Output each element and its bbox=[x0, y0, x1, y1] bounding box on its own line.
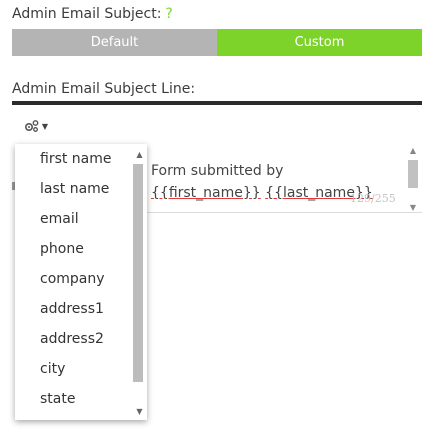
editor-top-border bbox=[12, 101, 422, 105]
editor-text-line1: Form submitted by bbox=[151, 163, 284, 179]
admin-email-subject-text: Admin Email Subject: bbox=[12, 6, 162, 22]
character-counter: 129/255 bbox=[350, 192, 396, 205]
menu-item-state[interactable]: state bbox=[40, 391, 75, 407]
subject-mode-toggle: Default Custom bbox=[12, 29, 422, 56]
caret-down-icon: ▼ bbox=[41, 121, 49, 131]
dropdown-scroll-thumb[interactable] bbox=[133, 164, 143, 382]
menu-item-city[interactable]: city bbox=[40, 361, 65, 377]
dropdown-scrollbar[interactable]: ▲ ▼ bbox=[132, 144, 147, 420]
editor-scrollbar[interactable]: ▲ ▼ bbox=[406, 146, 420, 212]
menu-item-first-name[interactable]: first name bbox=[40, 151, 112, 167]
dropdown-scroll-up-icon[interactable]: ▲ bbox=[132, 150, 147, 159]
scroll-down-icon[interactable]: ▼ bbox=[406, 203, 420, 212]
editor-scroll-thumb[interactable] bbox=[408, 160, 418, 188]
menu-item-address2[interactable]: address2 bbox=[40, 331, 104, 347]
admin-email-subject-line-label: Admin Email Subject Line: bbox=[12, 81, 196, 97]
dropdown-scroll-down-icon[interactable]: ▼ bbox=[132, 407, 147, 416]
menu-item-email[interactable]: email bbox=[40, 211, 79, 227]
menu-item-company[interactable]: company bbox=[40, 271, 105, 287]
admin-email-subject-label: Admin Email Subject:? bbox=[12, 6, 173, 22]
scroll-up-icon[interactable]: ▲ bbox=[406, 146, 420, 155]
custom-option[interactable]: Custom bbox=[217, 29, 422, 56]
merge-tag-first-name: {{first_name}} bbox=[151, 185, 261, 201]
default-option[interactable]: Default bbox=[12, 29, 217, 56]
menu-item-address1[interactable]: address1 bbox=[40, 301, 104, 317]
merge-tags-dropdown: first name last name email phone company… bbox=[15, 144, 147, 420]
help-icon[interactable]: ? bbox=[165, 6, 172, 22]
merge-tags-button[interactable]: ▼ bbox=[19, 113, 53, 139]
gears-icon bbox=[24, 120, 39, 132]
menu-item-last-name[interactable]: last name bbox=[40, 181, 109, 197]
menu-item-phone[interactable]: phone bbox=[40, 241, 84, 257]
